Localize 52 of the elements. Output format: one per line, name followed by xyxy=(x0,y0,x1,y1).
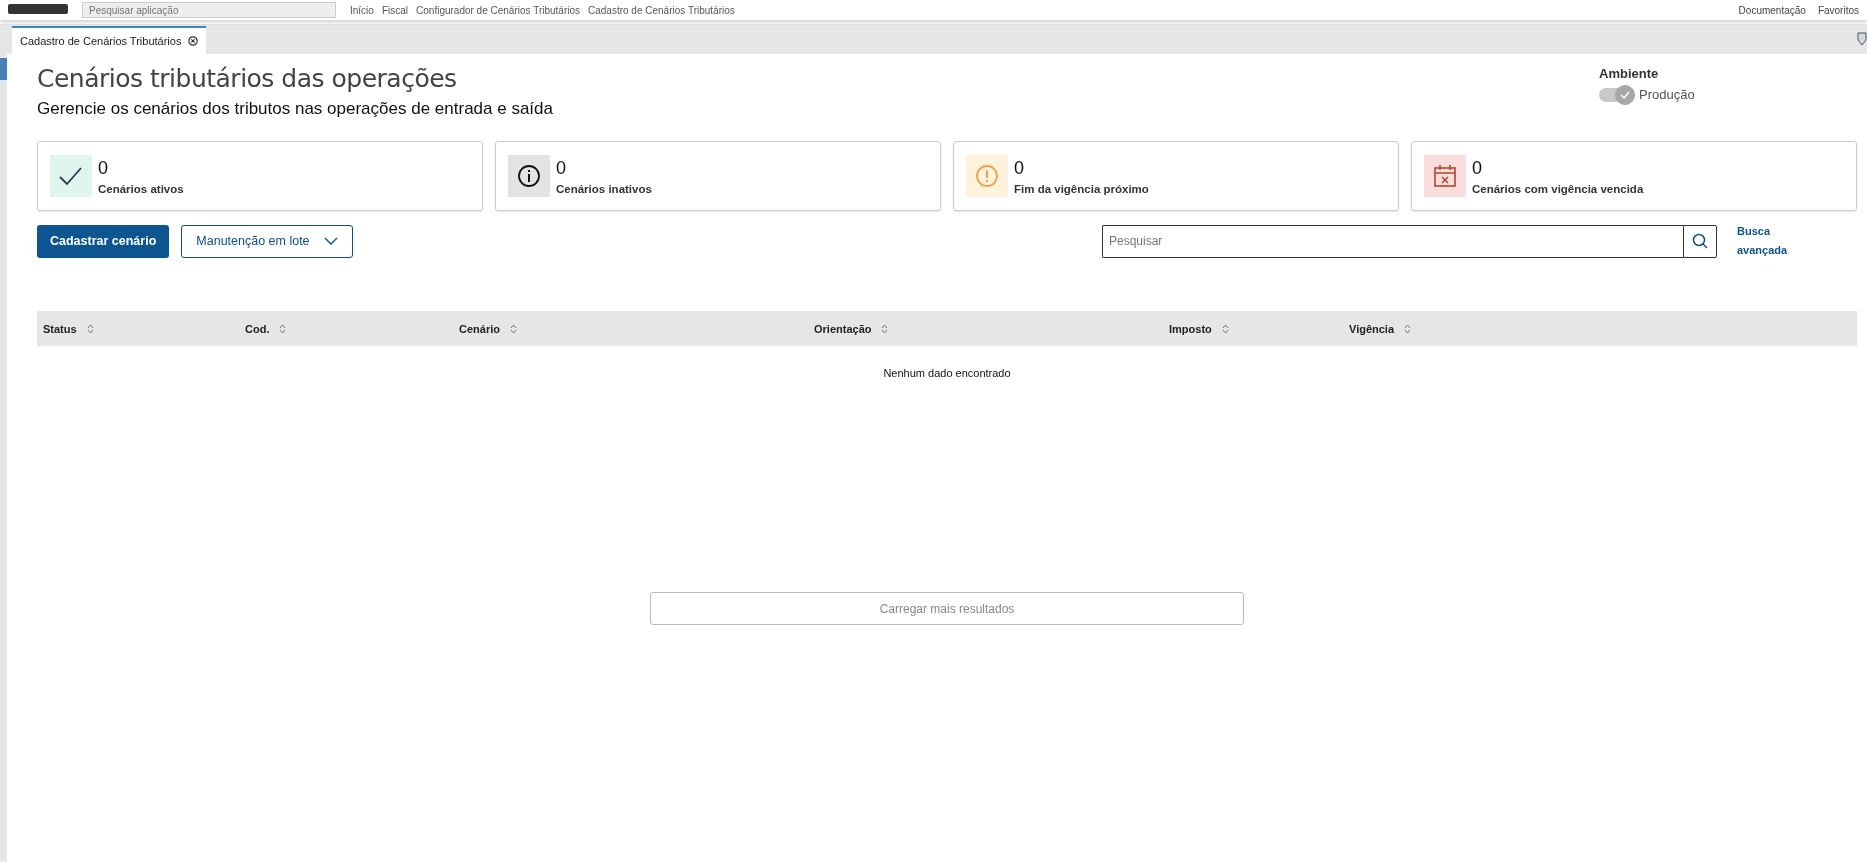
side-marker xyxy=(0,58,7,80)
search-field[interactable]: Pesquisar xyxy=(1102,224,1683,258)
advanced-search-link[interactable]: Busca avançada xyxy=(1737,222,1807,260)
batch-dropdown[interactable]: Manutenção em lote xyxy=(181,224,353,258)
column-header[interactable]: Imposto xyxy=(1169,322,1212,335)
check-icon xyxy=(1620,90,1630,99)
card-label: Cenários inativos xyxy=(556,182,652,195)
check-icon xyxy=(50,155,92,197)
register-button[interactable]: Cadastrar cenário xyxy=(37,224,170,258)
info-icon xyxy=(508,155,550,197)
count-value: 0 xyxy=(1014,157,1025,179)
field-label: Ambiente xyxy=(1599,66,1660,81)
breadcrumb-link[interactable]: Início xyxy=(350,4,374,16)
sort-icon xyxy=(1221,323,1229,334)
count-value: 0 xyxy=(1472,157,1483,179)
search-icon xyxy=(1692,233,1708,249)
breadcrumb-link[interactable]: Fiscal xyxy=(381,4,409,16)
page-title: Cenários tributários das operações xyxy=(37,64,458,93)
sort-icon xyxy=(509,323,517,334)
summary-card[interactable]: 0 Cenários com vigência vencida xyxy=(1411,141,1857,211)
summary-card[interactable]: 0 Cenários ativos xyxy=(37,141,483,211)
header-link[interactable]: Documentação xyxy=(1738,4,1806,16)
chevron-down-icon xyxy=(323,237,338,245)
page-subtitle: Gerencie os cenários dos tributos nas operações de entrada e saída xyxy=(37,99,553,119)
toggle-switch[interactable] xyxy=(1599,87,1633,102)
empty-message: Nenhum dado encontrado xyxy=(882,367,1012,379)
column-header[interactable]: Cod. xyxy=(245,322,270,335)
sort-icon xyxy=(86,323,94,334)
sort-icon xyxy=(1404,323,1412,334)
header-link[interactable]: Favoritos xyxy=(1817,4,1859,16)
column-header[interactable]: Vigência xyxy=(1349,322,1395,335)
breadcrumb-link[interactable]: Configurador de Cenários Tributários xyxy=(416,4,580,16)
column-header[interactable]: Status xyxy=(43,322,77,335)
sort-icon xyxy=(881,323,889,334)
warning-icon xyxy=(966,155,1008,197)
count-value: 0 xyxy=(98,157,109,179)
toggle-label: Produção xyxy=(1639,87,1695,102)
card-label: Cenários ativos xyxy=(98,182,184,195)
tab[interactable]: Cadastro de Cenários Tributários xyxy=(12,26,207,54)
calendar-icon xyxy=(1424,155,1466,197)
summary-card[interactable]: 0 Cenários inativos xyxy=(495,141,941,211)
column-header[interactable]: Orientação xyxy=(814,322,872,335)
sort-icon xyxy=(279,323,287,334)
search-button[interactable] xyxy=(1683,224,1717,258)
card-label: Fim da vigência próximo xyxy=(1014,182,1149,195)
shield-icon xyxy=(1857,32,1867,46)
count-value: 0 xyxy=(556,157,567,179)
close-icon xyxy=(188,36,199,46)
column-header[interactable]: Cenário xyxy=(459,322,500,335)
breadcrumb-link[interactable]: Cadastro de Cenários Tributários xyxy=(588,4,735,16)
summary-card[interactable]: 0 Fim da vigência próximo xyxy=(953,141,1399,211)
card-label: Cenários com vigência vencida xyxy=(1472,182,1644,195)
